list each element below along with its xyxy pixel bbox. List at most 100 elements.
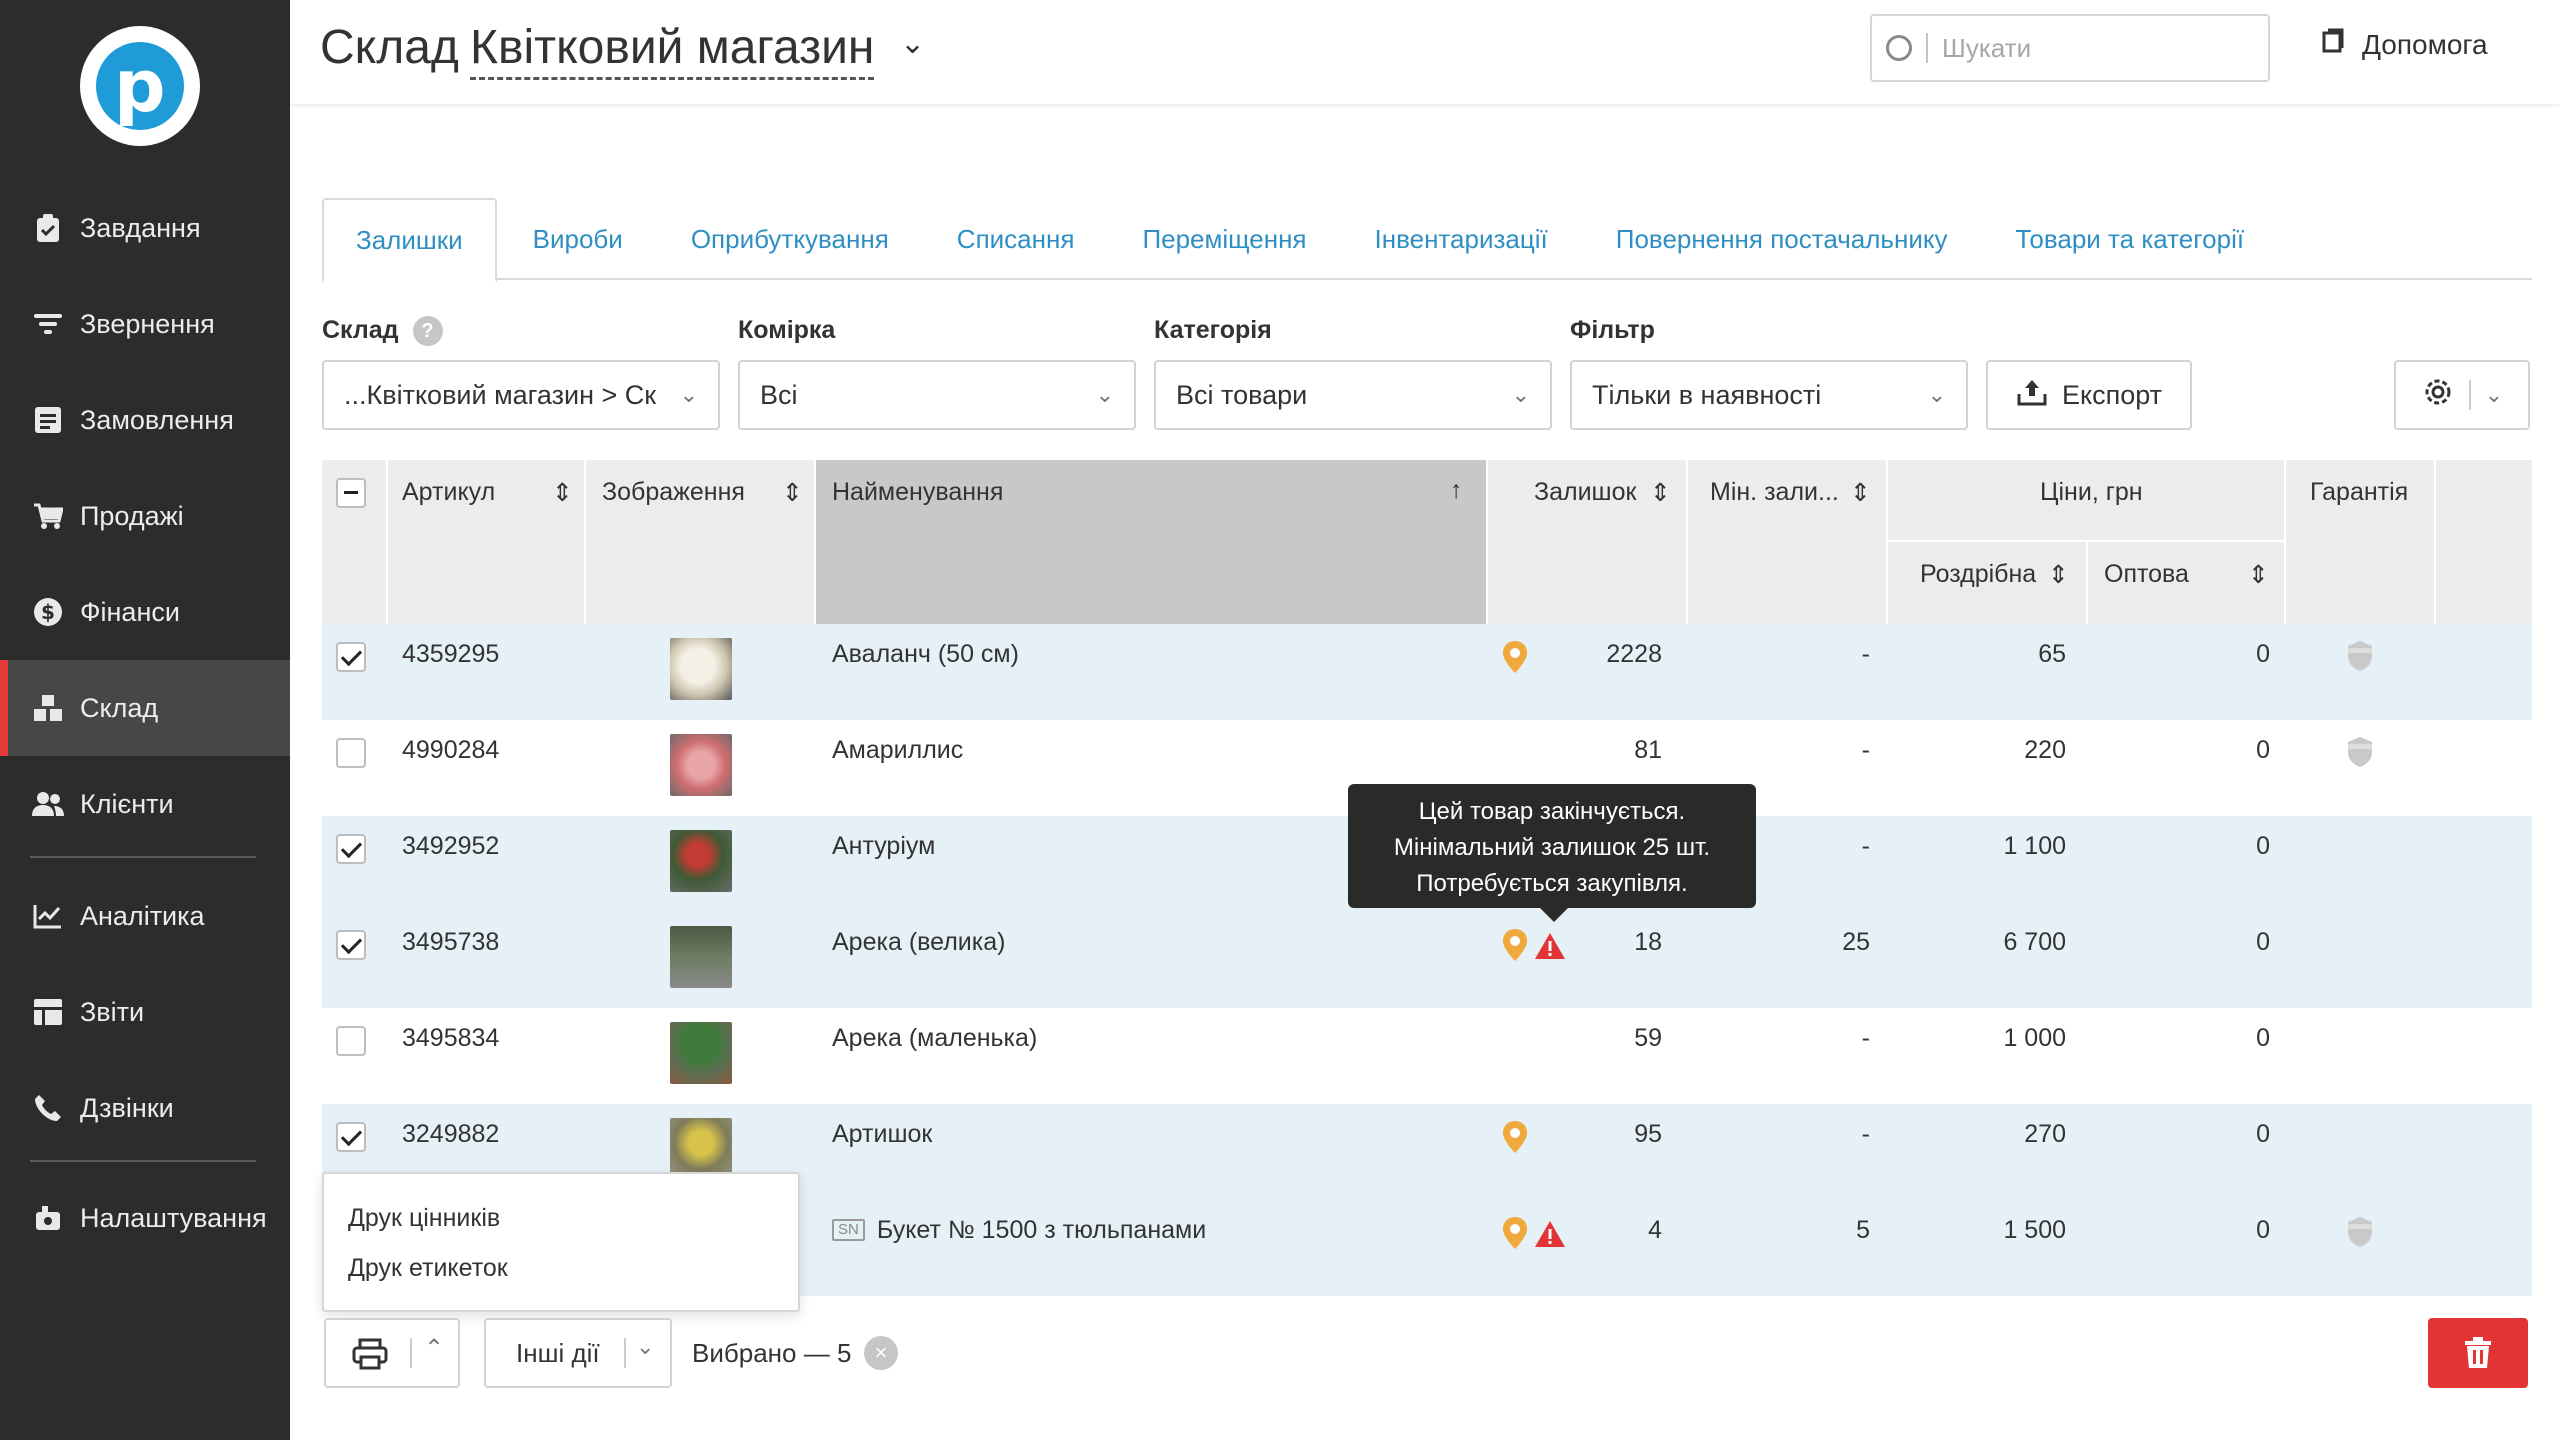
delete-button[interactable]	[2428, 1318, 2528, 1388]
category-select[interactable]: Всі товари ⌄	[1154, 360, 1552, 430]
wholesale-price-column-header[interactable]: Оптова	[2104, 560, 2189, 589]
sidebar-item-requests[interactable]: Звернення	[0, 276, 290, 372]
filter-lines-icon	[32, 308, 64, 340]
sort-icon[interactable]: ⇕	[2248, 560, 2269, 590]
table-settings-button[interactable]: ⌄	[2394, 360, 2530, 430]
sidebar-item-reports[interactable]: Звіти	[0, 964, 290, 1060]
sidebar-item-warehouse[interactable]: Склад	[0, 660, 290, 756]
row-name[interactable]: Аваланч (50 см)	[832, 624, 1019, 684]
sidebar-item-finance[interactable]: $ Фінанси	[0, 564, 290, 660]
location-pin-icon[interactable]	[1502, 640, 1528, 674]
row-checkbox[interactable]	[336, 738, 366, 768]
tab-products[interactable]: Вироби	[501, 198, 655, 280]
help-label: Допомога	[2362, 28, 2488, 60]
chevron-down-icon: ⌄	[679, 382, 698, 407]
sidebar-item-clients[interactable]: Клієнти	[0, 756, 290, 852]
report-icon	[32, 996, 64, 1028]
product-image[interactable]	[670, 1022, 732, 1084]
row-checkbox[interactable]	[336, 642, 366, 672]
name-column-header[interactable]: Найменування	[832, 478, 1003, 507]
printer-icon	[352, 1338, 388, 1370]
stock-column-header[interactable]: Залишок	[1534, 478, 1636, 507]
product-image[interactable]	[670, 734, 732, 796]
sidebar-item-settings[interactable]: Налаштування	[0, 1170, 290, 1266]
clear-selection-icon[interactable]: ×	[864, 1336, 898, 1370]
chevron-down-icon[interactable]: ⌄	[636, 1334, 654, 1360]
tab-supplier-returns[interactable]: Повернення постачальнику	[1584, 198, 1980, 280]
sidebar-item-sales[interactable]: Продажі	[0, 468, 290, 564]
menu-item-print-price-tags[interactable]: Друк цінників	[348, 1204, 500, 1233]
sort-icon[interactable]: ⇕	[552, 478, 573, 508]
row-checkbox[interactable]	[336, 834, 366, 864]
sidebar-item-orders[interactable]: Замовлення	[0, 372, 290, 468]
table-row[interactable]: 3495738 Арека (велика) 18 25 6 700 0	[322, 912, 2532, 1008]
sidebar-item-tasks[interactable]: Завдання	[0, 180, 290, 276]
tab-write-offs[interactable]: Списання	[925, 198, 1107, 280]
store-selector[interactable]: Квітковий магазин	[470, 20, 875, 80]
export-button[interactable]: Експорт	[1986, 360, 2192, 430]
other-actions-button[interactable]: Інші дії ⌄	[484, 1318, 672, 1388]
row-retail-price: 220	[2024, 735, 2066, 764]
product-image[interactable]	[670, 830, 732, 892]
tab-receipts[interactable]: Оприбуткування	[659, 198, 921, 280]
location-pin-icon[interactable]	[1502, 1120, 1528, 1154]
list-box-icon	[32, 404, 64, 436]
sort-ascending-icon[interactable]: ↑	[1450, 476, 1463, 505]
table-row[interactable]: 4359295 Аваланч (50 см) 2228 - 65 0	[322, 624, 2532, 720]
availability-select[interactable]: Тільки в наявності ⌄	[1570, 360, 1968, 430]
warehouse-select[interactable]: ...Квітковий магазин > Ск ⌄	[322, 360, 720, 430]
product-image[interactable]	[670, 926, 732, 988]
row-name[interactable]: Арека (маленька)	[832, 1008, 1037, 1068]
cell-select[interactable]: Всі ⌄	[738, 360, 1136, 430]
sort-icon[interactable]: ⇕	[1850, 478, 1871, 508]
chevron-up-icon[interactable]: ⌃	[424, 1334, 444, 1363]
app-logo[interactable]: p	[80, 26, 200, 146]
menu-item-print-labels[interactable]: Друк етикеток	[348, 1254, 508, 1283]
sort-icon[interactable]: ⇕	[2048, 560, 2069, 590]
row-checkbox[interactable]	[336, 1026, 366, 1056]
location-pin-icon[interactable]	[1502, 1216, 1528, 1250]
category-select-value: Всі товари	[1176, 379, 1308, 410]
image-column-header[interactable]: Зображення	[602, 478, 745, 507]
retail-price-column-header[interactable]: Роздрібна	[1920, 560, 2036, 589]
warranty-shield-icon[interactable]	[2346, 1216, 2374, 1248]
question-icon[interactable]: ?	[412, 316, 443, 347]
low-stock-warning-icon[interactable]	[1534, 1220, 1566, 1248]
tab-transfers[interactable]: Переміщення	[1110, 198, 1338, 280]
row-name[interactable]: Антуріум	[832, 816, 935, 876]
warranty-shield-icon[interactable]	[2346, 640, 2374, 672]
warranty-shield-icon[interactable]	[2346, 736, 2374, 768]
min-stock-column-header[interactable]: Мін. зали...	[1710, 478, 1839, 507]
help-link[interactable]: Допомога	[2320, 28, 2488, 61]
row-name[interactable]: Артишок	[832, 1104, 932, 1164]
product-image[interactable]	[670, 638, 732, 700]
sort-icon[interactable]: ⇕	[1650, 478, 1671, 508]
location-pin-icon[interactable]	[1502, 928, 1528, 962]
sort-icon[interactable]: ⇕	[782, 478, 803, 508]
warranty-column-header[interactable]: Гарантія	[2310, 478, 2408, 507]
table-row[interactable]: 3495834 Арека (маленька) 59 - 1 000 0	[322, 1008, 2532, 1104]
row-name[interactable]: Амариллис	[832, 720, 963, 780]
sku-column-header[interactable]: Артикул	[402, 478, 495, 507]
row-checkbox[interactable]	[336, 1122, 366, 1152]
row-checkbox[interactable]	[336, 930, 366, 960]
select-all-checkbox[interactable]	[336, 478, 366, 508]
sidebar-item-analytics[interactable]: Аналітика	[0, 868, 290, 964]
help-book-icon	[2320, 28, 2346, 61]
chevron-down-icon[interactable]: ⌄	[900, 26, 925, 61]
row-sku: 3495834	[402, 1023, 500, 1052]
button-divider	[624, 1338, 626, 1368]
print-button[interactable]: ⌃	[324, 1318, 460, 1388]
row-min-stock: -	[1861, 735, 1870, 764]
row-name-wrap[interactable]: SN Букет № 1500 з тюльпанами	[832, 1200, 1206, 1260]
row-sku: 3492952	[402, 831, 500, 860]
tab-inventories[interactable]: Інвентаризації	[1343, 198, 1580, 280]
sidebar-item-calls[interactable]: Дзвінки	[0, 1060, 290, 1156]
search-input[interactable]	[1942, 32, 2242, 64]
product-image[interactable]	[670, 1118, 732, 1180]
low-stock-warning-icon[interactable]	[1534, 932, 1566, 960]
tab-stock[interactable]: Залишки	[322, 198, 497, 282]
row-name[interactable]: Арека (велика)	[832, 912, 1006, 972]
search-box[interactable]	[1870, 14, 2270, 82]
tab-goods-categories[interactable]: Товари та категорії	[1984, 198, 2277, 280]
